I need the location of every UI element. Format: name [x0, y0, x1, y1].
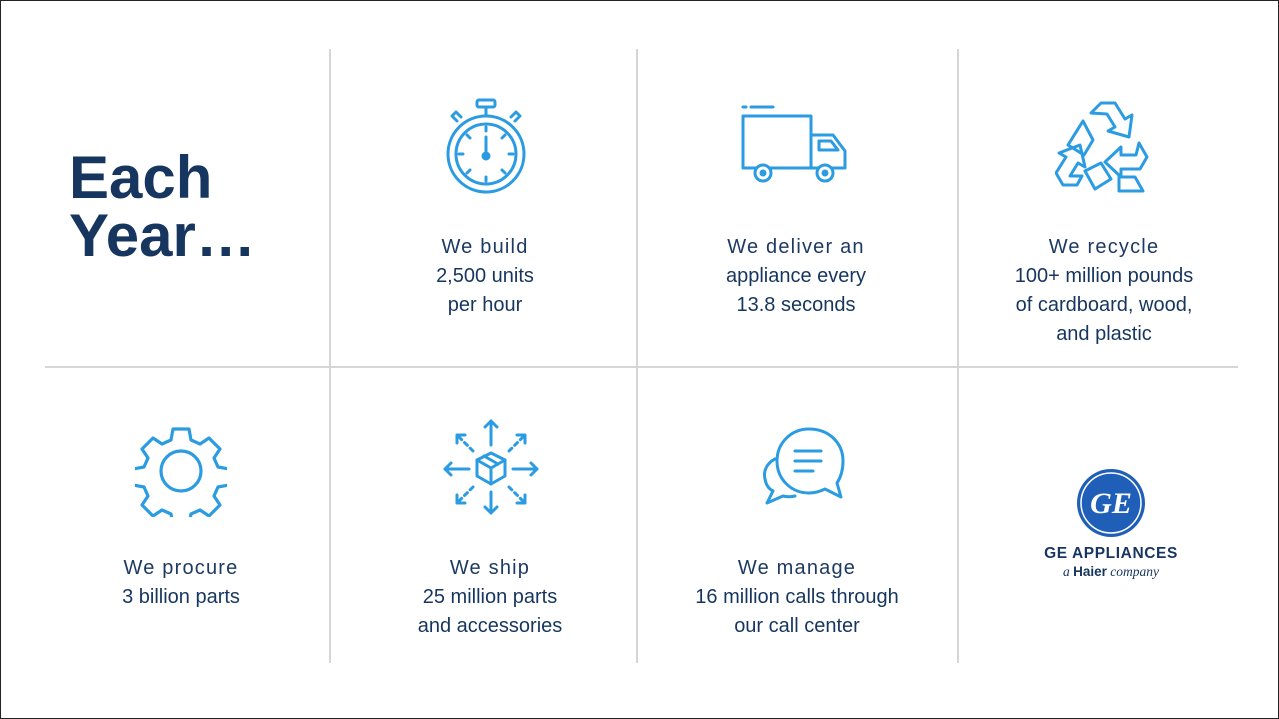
- chat-bubbles-icon: [761, 425, 847, 507]
- stat-recycle: We recycle 100+ million pounds of cardbo…: [954, 233, 1254, 349]
- logo-tagline-prefix: a: [1062, 564, 1074, 579]
- stat-manage-line-2: our call center: [734, 615, 860, 637]
- stat-recycle-line-3: and plastic: [1056, 323, 1152, 345]
- slide: Each Year… We build 2,500 units per hour: [0, 0, 1279, 719]
- stat-procure-line-1: 3 billion parts: [122, 586, 240, 608]
- page-title: Each Year…: [69, 144, 256, 269]
- divider-vertical-3: [957, 49, 959, 663]
- stat-build-lead: We build: [441, 236, 529, 258]
- stat-deliver-lead: We deliver an: [727, 236, 865, 258]
- stat-deliver-line-2: 13.8 seconds: [736, 294, 856, 316]
- stat-manage: We manage 16 million calls through our c…: [647, 554, 947, 641]
- stat-build: We build 2,500 units per hour: [335, 233, 635, 320]
- divider-horizontal: [45, 366, 1238, 368]
- stopwatch-icon: [445, 97, 527, 195]
- stat-ship-lead: We ship: [449, 557, 531, 579]
- logo-tagline-suffix: company: [1106, 564, 1159, 579]
- stat-procure-lead: We procure: [123, 557, 239, 579]
- stat-ship: We ship 25 million parts and accessories: [340, 554, 640, 641]
- stat-manage-line-1: 16 million calls through: [695, 586, 899, 608]
- page-title-line-2: Year…: [69, 202, 256, 269]
- ge-monogram-icon: GE: [1077, 469, 1145, 537]
- delivery-truck-icon: [739, 103, 851, 187]
- stat-recycle-line-1: 100+ million pounds: [1014, 265, 1194, 287]
- page-title-line-1: Each: [69, 144, 213, 211]
- ge-monogram-text: GE: [1090, 487, 1132, 520]
- gear-icon: [135, 425, 227, 517]
- stat-manage-lead: We manage: [737, 557, 857, 579]
- stat-deliver-line-1: appliance every: [725, 265, 867, 287]
- stat-recycle-lead: We recycle: [1048, 236, 1160, 258]
- recycle-icon: [1055, 99, 1153, 195]
- logo-tagline: a Haier company: [1001, 564, 1221, 580]
- stat-ship-line-1: 25 million parts: [422, 586, 558, 608]
- ge-appliances-logo: GE GE APPLIANCES a Haier company: [1001, 467, 1221, 580]
- stat-ship-line-2: and accessories: [417, 615, 563, 637]
- stat-procure: We procure 3 billion parts: [31, 554, 331, 612]
- stat-build-line-2: per hour: [447, 294, 523, 316]
- stat-recycle-line-2: of cardboard, wood,: [1015, 294, 1193, 316]
- logo-tagline-brand: Haier: [1073, 564, 1107, 579]
- stat-build-line-1: 2,500 units: [436, 265, 534, 287]
- stat-deliver: We deliver an appliance every 13.8 secon…: [646, 233, 946, 320]
- shipping-box-icon: [439, 415, 543, 519]
- logo-name: GE APPLIANCES: [1044, 545, 1178, 562]
